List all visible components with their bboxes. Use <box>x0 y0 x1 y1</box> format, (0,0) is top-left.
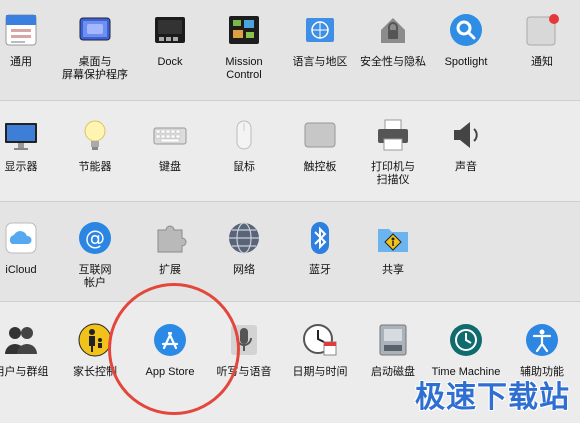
watermark-text: 极速下载站 <box>415 380 570 415</box>
lightbulb-icon <box>77 117 113 153</box>
cloud-icon <box>3 220 39 256</box>
dock-icon <box>152 12 188 48</box>
speaker-icon <box>448 117 484 153</box>
parental-icon <box>77 322 113 358</box>
disk-icon <box>375 322 411 358</box>
pane-label: 声音 <box>455 161 477 173</box>
printer-icon <box>375 117 411 153</box>
pane-row-1: 通用 桌面与 屏幕保护程序 Dock Mission Control 语言与地区… <box>0 0 580 100</box>
app-store-icon <box>152 322 188 358</box>
pane-row-2: 显示器 节能器 键盘 鼠标 触控板 打印机与 扫描仪 声音 <box>0 100 580 202</box>
mouse-icon <box>226 117 262 153</box>
at-sign-icon: @ <box>77 220 113 256</box>
desktop-icon <box>77 12 113 48</box>
pane-label: 通知 <box>531 56 553 68</box>
globe-flag-icon <box>302 12 338 48</box>
clock-calendar-icon <box>302 322 338 358</box>
svg-text:@: @ <box>85 226 105 250</box>
network-globe-icon <box>226 220 262 256</box>
mission-control-icon <box>226 12 262 48</box>
pane-label: 共享 <box>382 264 404 276</box>
puzzle-icon <box>152 220 188 256</box>
sharing-folder-icon <box>375 220 411 256</box>
monitor-icon <box>3 117 39 153</box>
trackpad-icon <box>302 117 338 153</box>
microphone-icon <box>226 322 262 358</box>
time-machine-icon <box>448 322 484 358</box>
accessibility-icon <box>524 322 560 358</box>
keyboard-icon <box>152 117 188 153</box>
house-lock-icon <box>375 12 411 48</box>
notification-icon <box>524 12 560 48</box>
bluetooth-icon <box>302 220 338 256</box>
users-icon <box>3 322 39 358</box>
magnifier-icon <box>448 12 484 48</box>
general-icon <box>3 12 39 48</box>
pane-row-3: iCloud @ 互联网 帐户 扩展 网络 蓝牙 共享 <box>0 201 580 302</box>
